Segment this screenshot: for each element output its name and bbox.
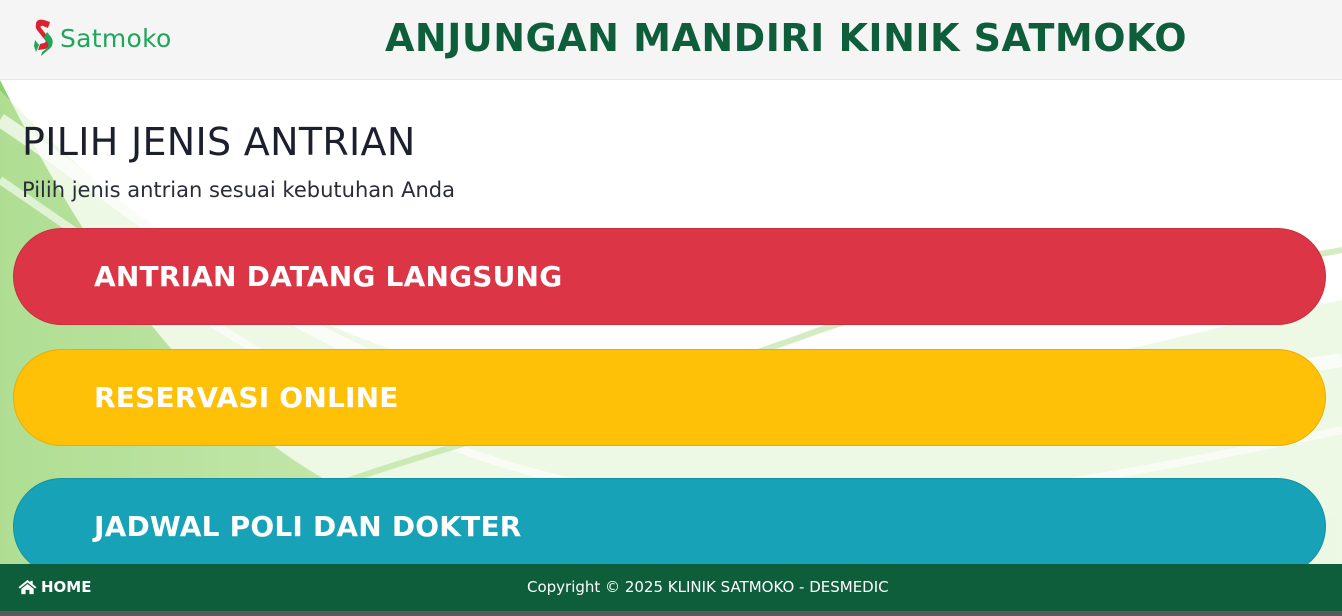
page-title: PILIH JENIS ANTRIAN — [22, 120, 416, 164]
home-label: HOME — [41, 578, 92, 596]
home-icon — [18, 579, 37, 595]
walk-in-queue-label: ANTRIAN DATANG LANGSUNG — [94, 260, 563, 293]
online-reservation-label: RESERVASI ONLINE — [94, 381, 399, 414]
footer: HOME Copyright © 2025 KLINIK SATMOKO - D… — [0, 564, 1342, 611]
app-header: Satmoko ANJUNGAN MANDIRI KINIK SATMOKO — [0, 0, 1342, 80]
page-subtitle: Pilih jenis antrian sesuai kebutuhan And… — [22, 178, 455, 202]
home-link[interactable]: HOME — [18, 578, 91, 596]
walk-in-queue-button[interactable]: ANTRIAN DATANG LANGSUNG — [13, 228, 1326, 325]
satmoko-logo-icon — [34, 19, 53, 56]
clinic-doctor-schedule-button[interactable]: JADWAL POLI DAN DOKTER — [13, 478, 1326, 575]
logo-text: Satmoko — [60, 23, 172, 53]
footer-bottom-bar — [0, 611, 1342, 616]
clinic-doctor-schedule-label: JADWAL POLI DAN DOKTER — [94, 510, 522, 543]
online-reservation-button[interactable]: RESERVASI ONLINE — [13, 349, 1326, 446]
logo: Satmoko — [32, 18, 172, 58]
copyright-text: Copyright © 2025 KLINIK SATMOKO - DESMED… — [527, 578, 889, 596]
app-title: ANJUNGAN MANDIRI KINIK SATMOKO — [385, 16, 1188, 60]
